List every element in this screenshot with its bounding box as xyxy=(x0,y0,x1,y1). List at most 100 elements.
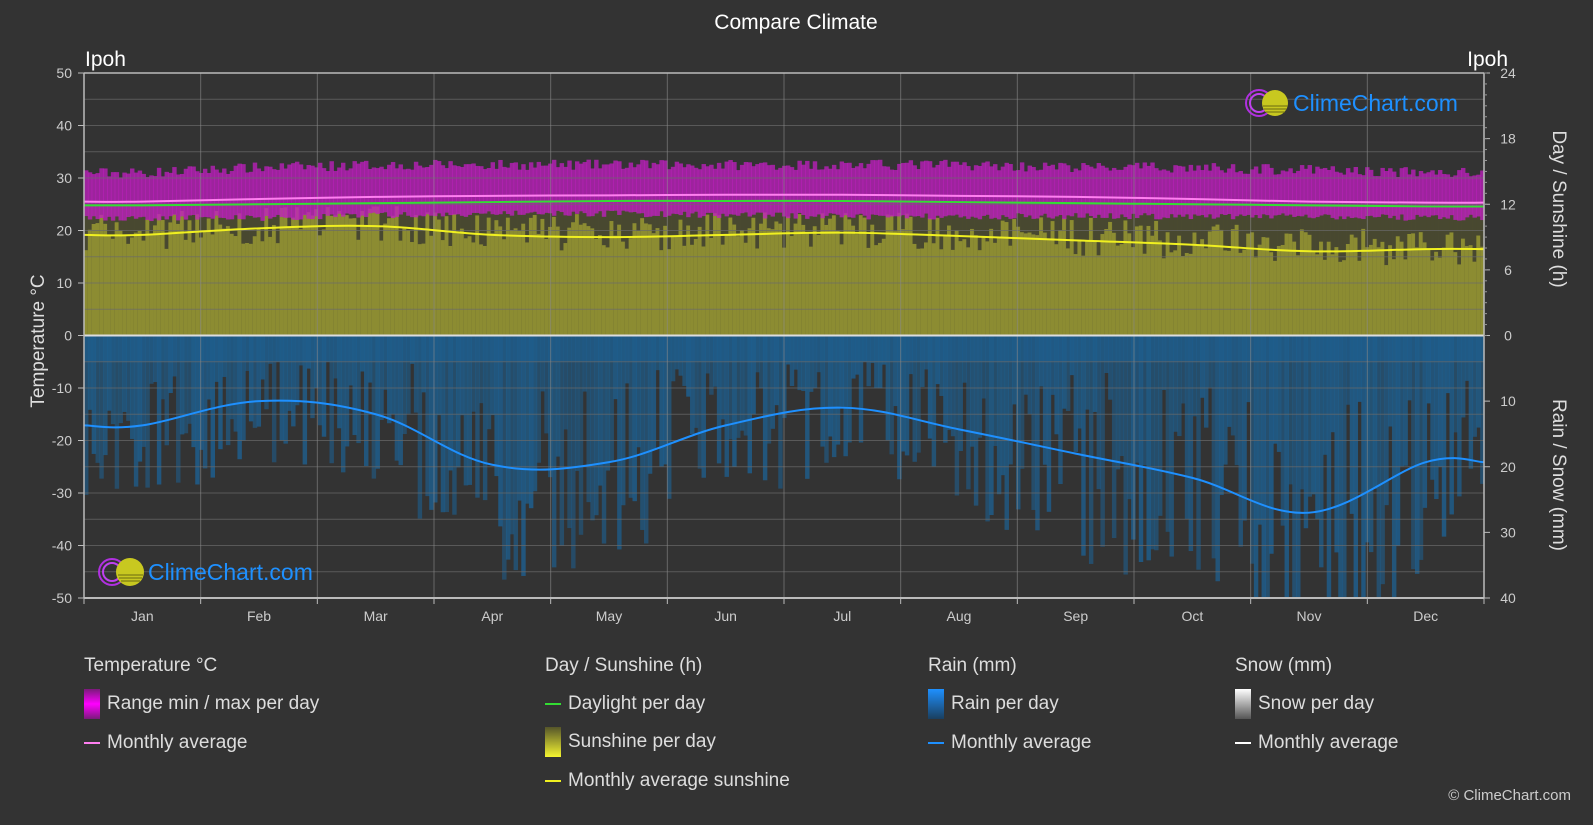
snow-avg-swatch-icon xyxy=(1235,742,1251,744)
sunshine-bar xyxy=(828,218,833,336)
sunshine-bar xyxy=(624,248,630,336)
temperature-range-bar xyxy=(1253,166,1259,216)
sunshine-bar xyxy=(417,244,423,336)
sunshine-bar xyxy=(95,223,100,336)
sunshine-bar xyxy=(1326,241,1332,336)
temperature-range-bar xyxy=(406,168,411,216)
temperature-range-bar xyxy=(1322,167,1328,215)
x-tick-label: Dec xyxy=(1413,608,1438,624)
temperature-range-bar xyxy=(1288,168,1293,215)
temperature-range-bar xyxy=(1138,168,1144,216)
sunshine-bar xyxy=(1081,255,1086,336)
sunshine-bar xyxy=(402,228,407,336)
sunshine-bar xyxy=(379,240,384,336)
rain-bar xyxy=(452,335,457,515)
sunshine-bar xyxy=(1299,229,1305,336)
sunshine-bar xyxy=(977,250,983,336)
sunshine-bar xyxy=(1227,250,1232,336)
sunshine-bar xyxy=(1437,257,1443,336)
temperature-range-bar xyxy=(954,161,960,215)
temperature-range-bar xyxy=(1008,164,1013,219)
sunshine-bar xyxy=(659,250,664,336)
sunshine-bar xyxy=(1276,245,1282,336)
copyright: © ClimeChart.com xyxy=(1448,787,1571,804)
sunshine-bar xyxy=(398,240,403,336)
temperature-range-bar xyxy=(87,172,93,220)
temperature-range-bar xyxy=(1445,174,1451,219)
temperature-range-bar xyxy=(1330,166,1336,218)
sunshine-bar xyxy=(854,234,860,336)
sunshine-bar xyxy=(429,235,434,336)
sunshine-bar xyxy=(939,249,944,336)
sunshine-bar xyxy=(344,215,350,336)
temperature-range-bar xyxy=(279,163,285,218)
temperature-range-bar xyxy=(467,164,472,215)
rain-bar xyxy=(594,335,599,516)
legend-temp-avg-label: Monthly average xyxy=(107,732,248,753)
legend-temp-range: Range min / max per day xyxy=(84,689,319,719)
temperature-range-bar xyxy=(1065,165,1071,216)
temperature-range-bar xyxy=(816,169,822,215)
sunshine-bar xyxy=(716,215,722,336)
temperature-range-bar xyxy=(686,164,691,218)
rain-bar xyxy=(640,335,645,530)
sunshine-bar xyxy=(222,228,227,336)
sunshine-bar xyxy=(387,218,392,336)
left-tick-label: -20 xyxy=(52,433,72,449)
temperature-range-bar xyxy=(755,164,760,213)
temperature-range-bar xyxy=(613,160,618,211)
temperature-range-bar xyxy=(877,159,883,216)
temperature-range-bar xyxy=(1265,164,1270,216)
sunshine-bar xyxy=(133,232,139,336)
temperature-range-bar xyxy=(958,164,963,218)
sunshine-bar xyxy=(1211,226,1217,336)
sunshine-bar xyxy=(1123,220,1128,336)
rain-bar xyxy=(1088,335,1094,564)
temperature-range-bar xyxy=(1146,165,1151,216)
sunshine-bar xyxy=(1292,241,1297,336)
sunshine-bar xyxy=(1200,239,1205,336)
sunshine-bar xyxy=(1016,226,1021,336)
sunshine-bar xyxy=(693,238,699,336)
temperature-range-bar xyxy=(1108,170,1113,214)
temperature-range-bar xyxy=(1142,162,1148,214)
legend-rain-day: Rain per day xyxy=(928,689,1059,719)
sunshine-bar xyxy=(1315,254,1320,336)
legend-rain-avg: Monthly average xyxy=(928,732,1091,754)
temperature-range-bar xyxy=(509,162,515,216)
sunshine-bar xyxy=(1288,233,1293,336)
rain-bar xyxy=(601,335,607,544)
sunshine-bar xyxy=(490,233,496,336)
temperature-range-bar xyxy=(275,169,281,215)
temperature-range-bar xyxy=(985,161,990,215)
sunshine-bar xyxy=(697,226,703,336)
temperature-range-bar xyxy=(482,169,488,214)
temperature-range-bar xyxy=(210,165,216,219)
sunshine-bar xyxy=(1311,252,1316,336)
temperature-range-bar xyxy=(390,162,396,219)
left-tick-label: -10 xyxy=(52,380,72,396)
sunshine-bar xyxy=(114,222,120,336)
temperature-range-bar xyxy=(1361,175,1366,220)
sunshine-bar xyxy=(597,235,603,336)
temperature-range-bar xyxy=(831,164,837,214)
temperature-range-bar xyxy=(1315,166,1320,218)
sunshine-bar xyxy=(1192,232,1197,336)
temperature-range-bar xyxy=(421,167,426,217)
legend-snow-day-label: Snow per day xyxy=(1258,693,1375,714)
temperature-range-bar xyxy=(1476,174,1481,217)
sunshine-bar xyxy=(617,224,622,336)
legend-sunshine-day: Sunshine per day xyxy=(545,727,716,757)
sunshine-bar xyxy=(801,224,806,336)
sunshine-bar xyxy=(141,240,146,336)
temperature-range-bar xyxy=(1054,169,1059,217)
temperature-range-bar xyxy=(375,168,380,214)
temperature-range-bar xyxy=(624,167,630,212)
sunshine-bar xyxy=(183,239,189,336)
sunshine-bar xyxy=(410,242,415,336)
x-tick-label: Jun xyxy=(714,608,737,624)
rain-bar xyxy=(1146,335,1151,561)
rain-bar xyxy=(567,335,572,529)
sunshine-bar xyxy=(1399,241,1405,336)
right-bottom-tick-label: 40 xyxy=(1500,590,1516,606)
